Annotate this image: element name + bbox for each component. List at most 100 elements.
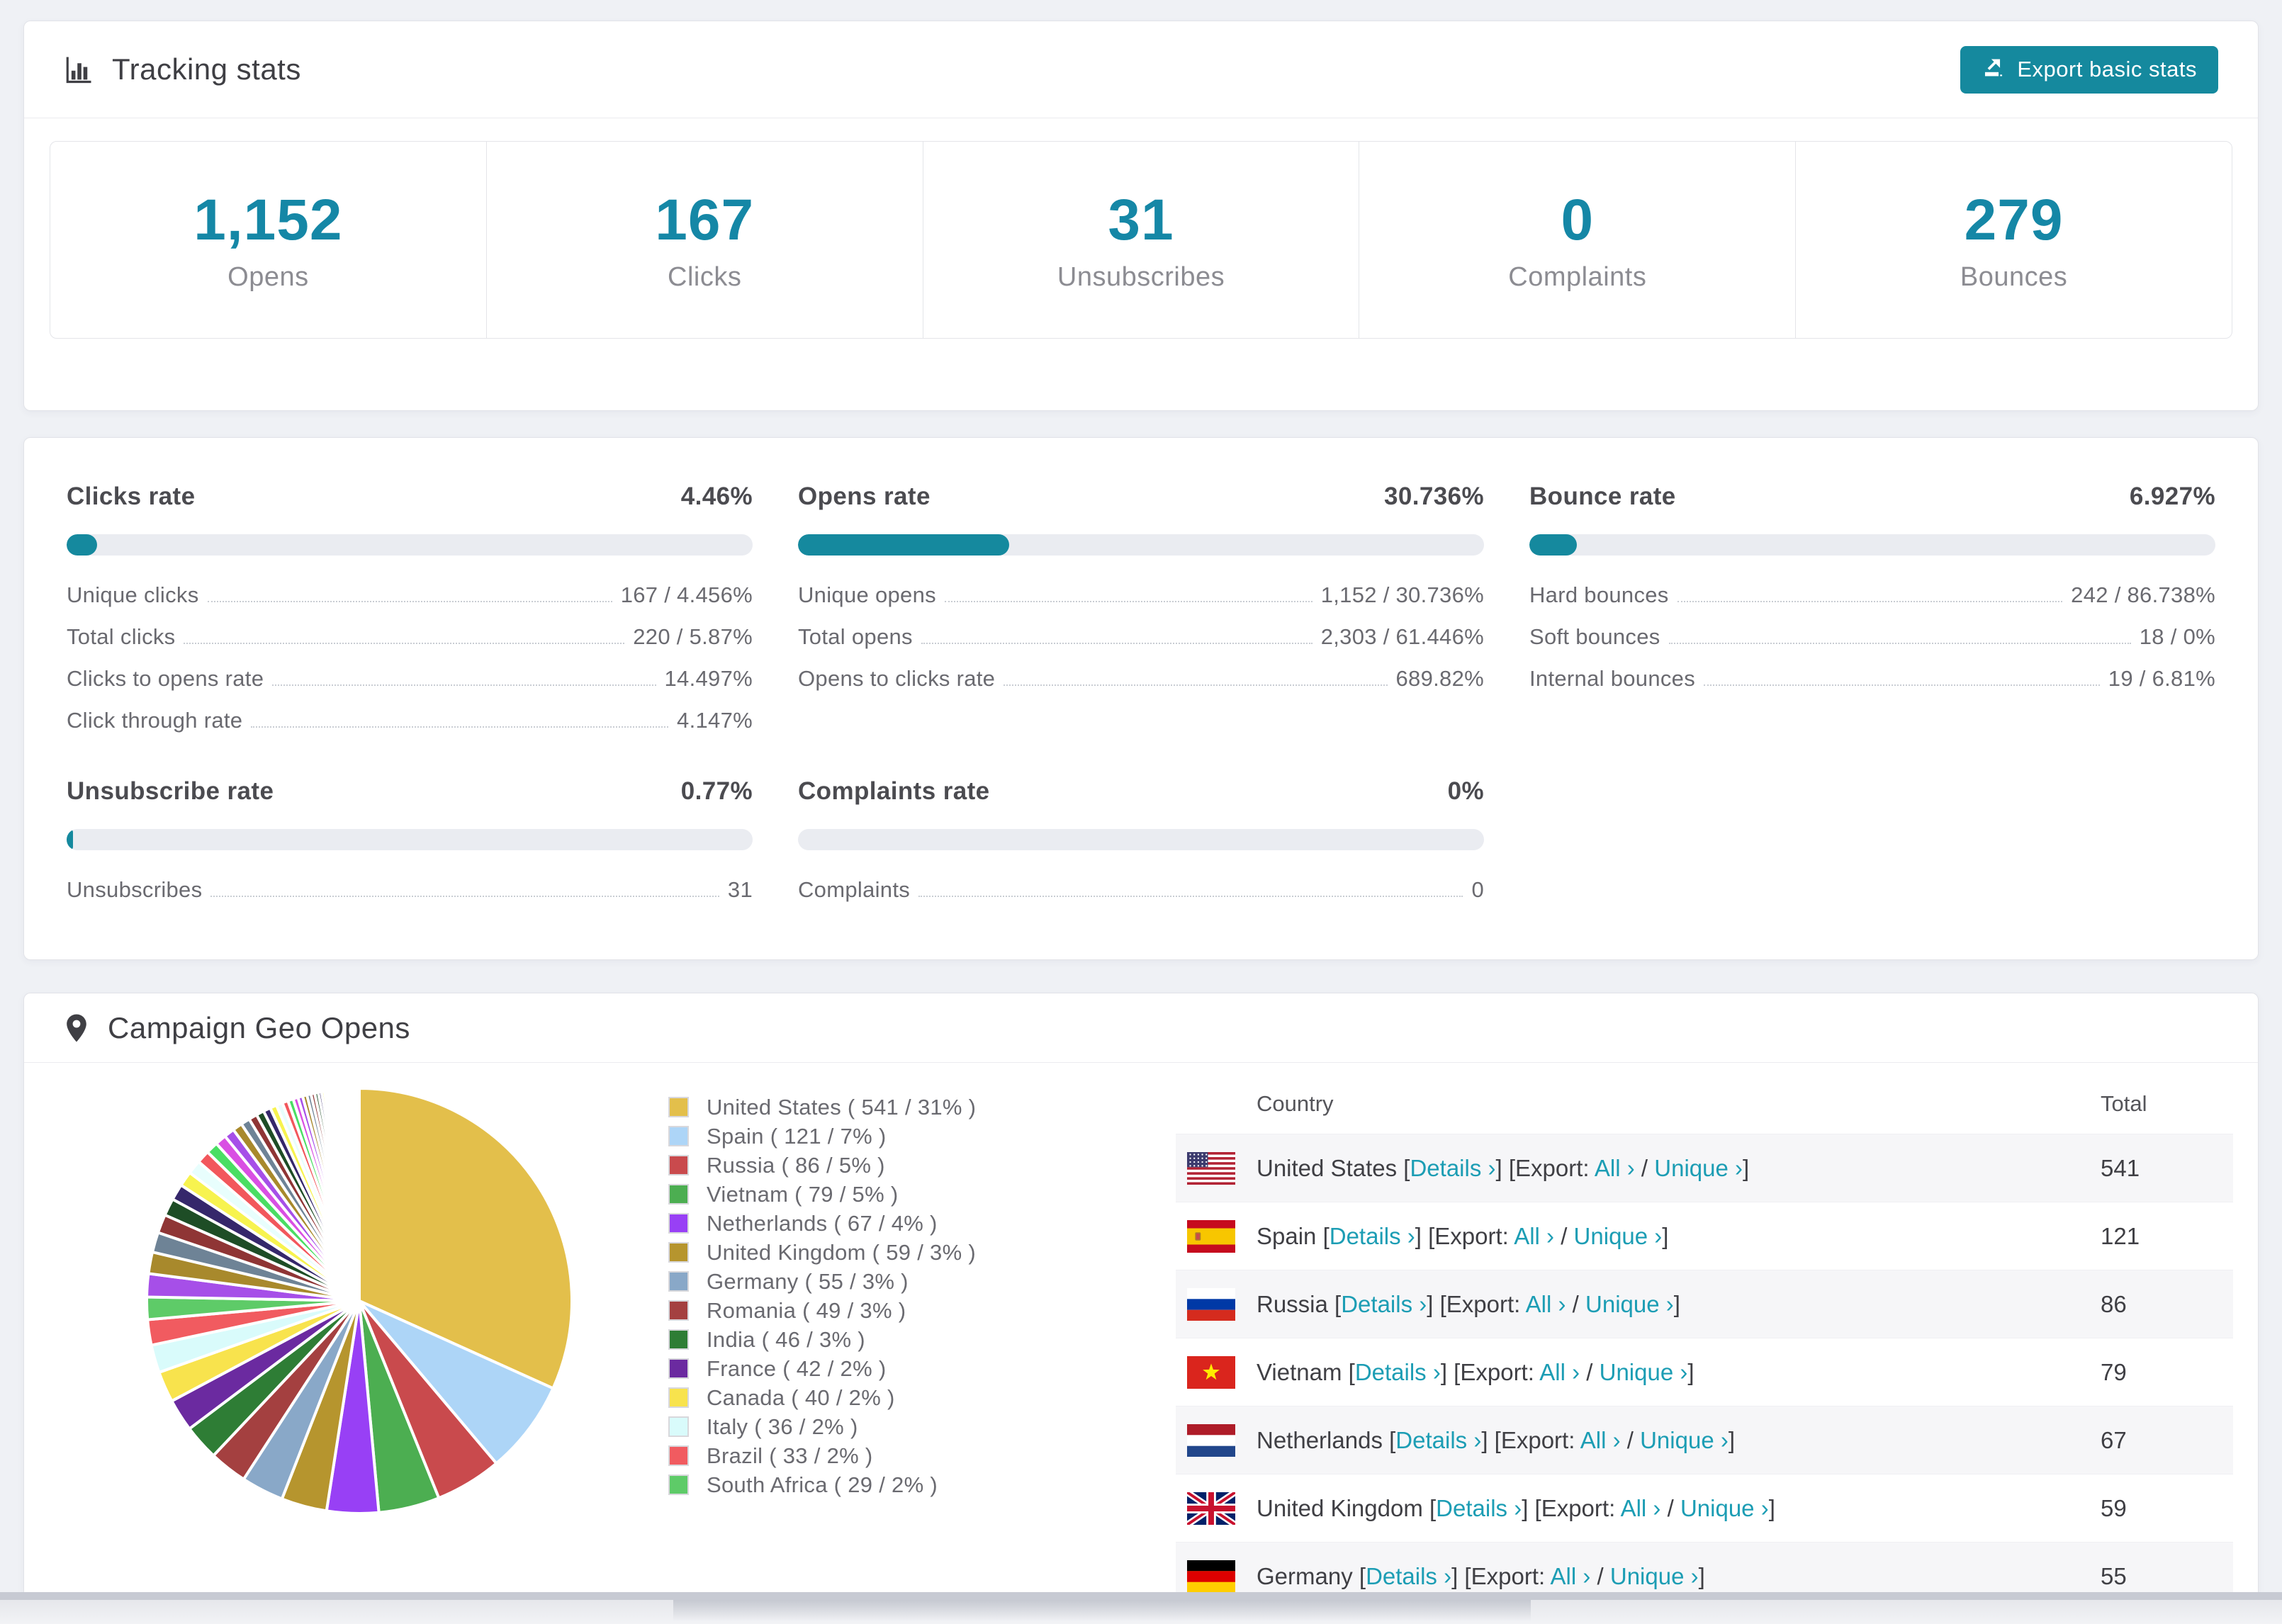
legend-item: Romania ( 49 / 3% ) — [668, 1296, 976, 1325]
legend-label: United States ( 541 / 31% ) — [707, 1094, 977, 1120]
country-name: Vietnam — [1257, 1358, 1342, 1385]
legend-color-chip — [668, 1416, 689, 1437]
legend-label: Brazil ( 33 / 2% ) — [707, 1443, 873, 1468]
rate-stat-row: Click through rate 4.147% — [67, 709, 753, 732]
export-unique-link[interactable]: Unique › — [1600, 1359, 1688, 1385]
export-unique-link[interactable]: Unique › — [1654, 1155, 1743, 1181]
legend-label: Canada ( 40 / 2% ) — [707, 1385, 895, 1410]
geo-opens-pie-chart[interactable] — [133, 1074, 586, 1528]
export-unique-link[interactable]: Unique › — [1610, 1563, 1699, 1589]
export-all-link[interactable]: All › — [1621, 1495, 1661, 1521]
geo-header: Campaign Geo Opens — [24, 993, 2258, 1063]
details-link[interactable]: Details › — [1341, 1291, 1427, 1317]
export-button-label: Export basic stats — [2017, 57, 2197, 81]
export-unique-link[interactable]: Unique › — [1680, 1495, 1769, 1521]
details-link[interactable]: Details › — [1355, 1359, 1441, 1385]
export-icon — [1982, 55, 2006, 84]
summary-stat: 1,152 Opens — [50, 142, 487, 338]
summary-stat-label: Unsubscribes — [1057, 262, 1225, 292]
geo-table: Country Total United States [Details ›] … — [1176, 1073, 2233, 1592]
dotted-leader — [921, 643, 1313, 644]
export-all-link[interactable]: All › — [1580, 1427, 1621, 1453]
export-unique-link[interactable]: Unique › — [1574, 1223, 1663, 1249]
legend-label: Vietnam ( 79 / 5% ) — [707, 1181, 899, 1207]
rate-stat-row: Total opens 2,303 / 61.446% — [798, 626, 1484, 648]
export-basic-stats-button[interactable]: Export basic stats — [1960, 45, 2218, 94]
stat-label: Unique clicks — [67, 582, 199, 607]
table-row: Netherlands [Details ›] [Export: All › /… — [1176, 1406, 2233, 1474]
dotted-leader — [1668, 643, 2131, 644]
rate-stat-row: Hard bounces 242 / 86.738% — [1529, 584, 2215, 607]
details-link[interactable]: Details › — [1395, 1427, 1481, 1453]
export-all-link[interactable]: All › — [1595, 1155, 1635, 1181]
dotted-leader — [272, 684, 656, 686]
details-link[interactable]: Details › — [1436, 1495, 1522, 1521]
rate-header: Clicks rate 4.46% — [67, 482, 753, 512]
legend-item: India ( 46 / 3% ) — [668, 1325, 976, 1354]
stat-label: Complaints — [798, 877, 911, 902]
country-name: United Kingdom — [1257, 1494, 1423, 1521]
dotted-leader — [1004, 684, 1388, 686]
table-row: Russia [Details ›] [Export: All › / Uniq… — [1176, 1270, 2233, 1338]
country-name: Russia — [1257, 1290, 1328, 1317]
country-cell: Germany [Details ›] [Export: All › / Uni… — [1257, 1562, 1705, 1589]
rate-progress-fill — [67, 829, 73, 850]
stat-value: 19 / 6.81% — [2108, 666, 2215, 691]
legend-label: United Kingdom ( 59 / 3% ) — [707, 1239, 976, 1265]
country-name: Netherlands — [1257, 1426, 1383, 1453]
dotted-leader — [207, 601, 612, 602]
stat-label: Internal bounces — [1529, 666, 1696, 691]
dotted-leader — [184, 643, 625, 644]
rate-title: Unsubscribe rate — [67, 777, 274, 805]
legend-label: Russia ( 86 / 5% ) — [707, 1152, 885, 1178]
summary-stat: 0 Complaints — [1359, 142, 1797, 338]
legend-label: South Africa ( 29 / 2% ) — [707, 1472, 938, 1497]
rate-title: Complaints rate — [798, 777, 990, 805]
geo-body: United States ( 541 / 31% ) Spain ( 121 /… — [24, 1063, 2258, 1592]
rate-block: Complaints rate 0% Complaints 0 — [798, 777, 1484, 901]
rates-card: Clicks rate 4.46% Unique clicks 167 / 4.456… — [23, 437, 2259, 960]
rate-title: Opens rate — [798, 483, 931, 510]
stat-label: Unsubscribes — [67, 877, 203, 902]
rate-stat-row: Soft bounces 18 / 0% — [1529, 626, 2215, 648]
dotted-leader — [1704, 684, 2100, 686]
export-all-link[interactable]: All › — [1551, 1563, 1591, 1589]
total-cell: 541 — [2101, 1154, 2140, 1181]
legend-color-chip — [668, 1097, 689, 1117]
legend-label: Germany ( 55 / 3% ) — [707, 1268, 909, 1294]
summary-stat-value: 1,152 — [193, 188, 343, 252]
map-pin-icon — [64, 1013, 89, 1043]
nl-flag-icon — [1187, 1423, 1235, 1457]
export-unique-link[interactable]: Unique › — [1585, 1291, 1674, 1317]
geo-title: Campaign Geo Opens — [108, 1010, 410, 1044]
legend-label: India ( 46 / 3% ) — [707, 1326, 865, 1352]
rate-stat-row: Unique opens 1,152 / 30.736% — [798, 584, 1484, 607]
scrollbar-thumb-shadow — [673, 1600, 1531, 1621]
stat-label: Hard bounces — [1529, 582, 1669, 607]
stat-value: 0 — [1471, 877, 1484, 902]
details-link[interactable]: Details › — [1410, 1155, 1495, 1181]
scrollbar-track[interactable] — [0, 1592, 2282, 1600]
legend-item: Spain ( 121 / 7% ) — [668, 1122, 976, 1151]
legend-color-chip — [668, 1329, 689, 1350]
legend-label: Netherlands ( 67 / 4% ) — [707, 1210, 938, 1236]
rate-progress-track — [1529, 534, 2215, 556]
de-flag-icon — [1187, 1560, 1235, 1592]
us-flag-icon — [1187, 1151, 1235, 1185]
stat-value: 220 / 5.87% — [633, 624, 753, 649]
stat-label: Soft bounces — [1529, 624, 1660, 649]
rate-stat-row: Unique clicks 167 / 4.456% — [67, 584, 753, 607]
export-all-link[interactable]: All › — [1526, 1291, 1566, 1317]
rate-progress-fill — [67, 534, 98, 556]
bar-chart-icon — [64, 55, 94, 84]
rates-grid: Clicks rate 4.46% Unique clicks 167 / 4.456… — [67, 482, 2215, 901]
export-all-link[interactable]: All › — [1539, 1359, 1580, 1385]
es-flag-icon — [1187, 1219, 1235, 1253]
summary-stat-label: Clicks — [668, 262, 742, 292]
export-all-link[interactable]: All › — [1514, 1223, 1554, 1249]
dotted-leader — [918, 896, 1463, 897]
legend-item: France ( 42 / 2% ) — [668, 1354, 976, 1383]
export-unique-link[interactable]: Unique › — [1640, 1427, 1729, 1453]
details-link[interactable]: Details › — [1330, 1223, 1415, 1249]
details-link[interactable]: Details › — [1366, 1563, 1451, 1589]
